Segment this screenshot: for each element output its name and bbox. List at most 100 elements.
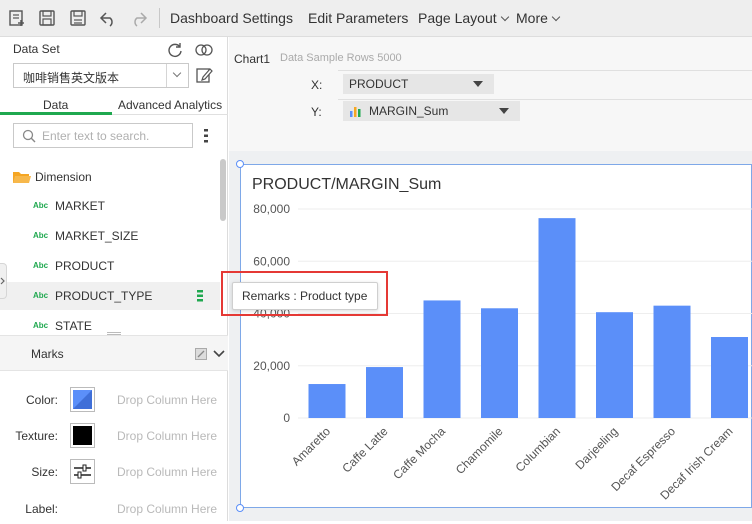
x-axis-field-pill[interactable]: PRODUCT [343, 74, 494, 94]
field-name: PRODUCT [55, 259, 115, 273]
size-drop-zone[interactable]: Drop Column Here [117, 465, 217, 479]
field-search[interactable]: Enter text to search. [13, 123, 193, 148]
bar [481, 308, 518, 418]
bar [538, 218, 576, 418]
menu-edit-parameters[interactable]: Edit Parameters [308, 10, 408, 26]
dataset-label: Data Set [13, 42, 60, 56]
x-tick-label: Amaretto [289, 424, 334, 469]
folder-icon [13, 172, 31, 183]
mark-row-size: Size: Drop Column Here [0, 457, 228, 487]
mark-row-color: Color: Drop Column Here [0, 385, 228, 415]
save-as-icon[interactable] [69, 9, 87, 27]
x-tick-label: Caffe Latte [339, 424, 390, 475]
field-name: STATE [55, 319, 92, 330]
marks-format-icon[interactable] [195, 348, 207, 360]
x-tick-label: Columbian [513, 424, 563, 474]
field-list-scrollbar[interactable] [220, 159, 226, 221]
field-item-product[interactable]: Abc PRODUCT [0, 252, 220, 280]
mark-label-color: Color: [25, 393, 58, 407]
redo-icon[interactable] [130, 9, 148, 27]
panel-collapse-toggle[interactable] [0, 263, 7, 299]
bar-chart: 020,00040,00060,00080,000Amaretto Caffe L… [253, 202, 752, 503]
chart-card[interactable]: 0 20,000 40,000 60,000 80,000 Amaretto Caffe L… [240, 164, 752, 508]
bar [653, 305, 691, 418]
y-axis-field-value: MARGIN_Sum [369, 104, 449, 118]
color-swatch-icon [73, 390, 92, 409]
size-slider-icon [74, 464, 91, 479]
chart-title: PRODUCT/MARGIN_Sum [252, 176, 442, 193]
field-item-market-size[interactable]: Abc MARKET_SIZE [0, 222, 220, 250]
string-type-icon: Abc [33, 321, 49, 330]
menu-more-label: More [516, 10, 548, 26]
marks-header[interactable]: Marks [0, 335, 228, 371]
resize-handle[interactable] [236, 160, 244, 168]
caret-down-icon [499, 108, 509, 114]
x-tick-label: Darjeeling [573, 424, 621, 472]
label-drop-zone[interactable]: Drop Column Here [117, 502, 217, 516]
dataset-dropdown-toggle[interactable] [166, 64, 188, 87]
marks-title: Marks [31, 347, 64, 361]
resize-handle[interactable] [236, 504, 244, 512]
texture-drop-zone[interactable]: Drop Column Here [117, 429, 217, 443]
dataset-select-value: 咖啡销售英文版本 [23, 71, 120, 85]
bar [423, 300, 461, 418]
y-tick-label: 80,000 [253, 202, 290, 216]
menu-page-layout-label: Page Layout [418, 10, 497, 26]
bar [711, 337, 748, 418]
drag-handle-icon[interactable] [197, 289, 203, 303]
bar [596, 312, 633, 418]
color-drop-zone[interactable]: Drop Column Here [117, 393, 217, 407]
save-icon[interactable] [38, 9, 56, 27]
size-swatch[interactable] [70, 459, 95, 484]
tab-data[interactable]: Data [43, 98, 68, 112]
field-name: MARKET_SIZE [55, 229, 139, 243]
active-tab-indicator [0, 112, 112, 115]
mark-label-size: Size: [31, 465, 58, 479]
dataset-link-icon[interactable] [194, 41, 214, 59]
dataset-select[interactable]: 咖啡销售英文版本 [13, 63, 189, 88]
x-axis-field-value: PRODUCT [349, 77, 409, 91]
caret-down-icon [473, 81, 483, 87]
string-type-icon: Abc [33, 201, 49, 210]
texture-swatch-icon [73, 426, 92, 445]
chart-binding-panel: Chart1 Data Sample Rows 5000 X: PRODUCT … [229, 37, 752, 151]
menu-dashboard-settings[interactable]: Dashboard Settings [170, 10, 293, 26]
data-panel: Data Set 咖啡销售英文版本 Data Advanced Analytic… [0, 37, 228, 521]
field-menu-icon[interactable] [202, 128, 210, 144]
bar [366, 367, 403, 418]
refresh-icon[interactable] [166, 41, 184, 59]
menu-page-layout[interactable]: Page Layout [418, 10, 509, 26]
y-axis-field-pill[interactable]: MARGIN_Sum [343, 101, 520, 121]
field-item-product-type[interactable]: Abc PRODUCT_TYPE [0, 282, 220, 310]
string-type-icon: Abc [33, 231, 49, 240]
string-type-icon: Abc [33, 261, 49, 270]
search-icon [22, 129, 36, 143]
x-axis-label: X: [311, 78, 323, 92]
chevron-down-icon[interactable] [213, 349, 225, 359]
chevron-down-icon [172, 68, 182, 78]
sample-info: Data Sample Rows 5000 [280, 52, 402, 64]
chevron-down-icon [500, 12, 509, 22]
y-tick-label: 60,000 [253, 254, 290, 268]
y-tick-label: 0 [283, 411, 290, 425]
tab-advanced-analytics[interactable]: Advanced Analytics [118, 98, 222, 112]
field-item-market[interactable]: Abc MARKET [0, 192, 220, 220]
texture-swatch[interactable] [70, 423, 95, 448]
string-type-icon: Abc [33, 291, 49, 300]
highlight-annotation [221, 271, 388, 316]
x-tick-label: Caffe Mocha [390, 424, 448, 482]
field-item-state[interactable]: Abc STATE [0, 312, 220, 330]
header-divider [338, 70, 752, 71]
edit-icon[interactable] [195, 66, 213, 84]
toolbar-separator [159, 8, 160, 28]
mark-label-texture: Texture: [15, 429, 58, 443]
menu-more[interactable]: More [516, 10, 561, 26]
bar-chart-icon [350, 107, 361, 117]
undo-icon[interactable] [99, 9, 117, 27]
header-divider [338, 99, 752, 100]
new-report-icon[interactable] [8, 9, 26, 27]
y-tick-label: 20,000 [253, 359, 290, 373]
color-swatch[interactable] [70, 387, 95, 412]
tab-divider [112, 114, 228, 115]
y-axis-label: Y: [311, 105, 322, 119]
